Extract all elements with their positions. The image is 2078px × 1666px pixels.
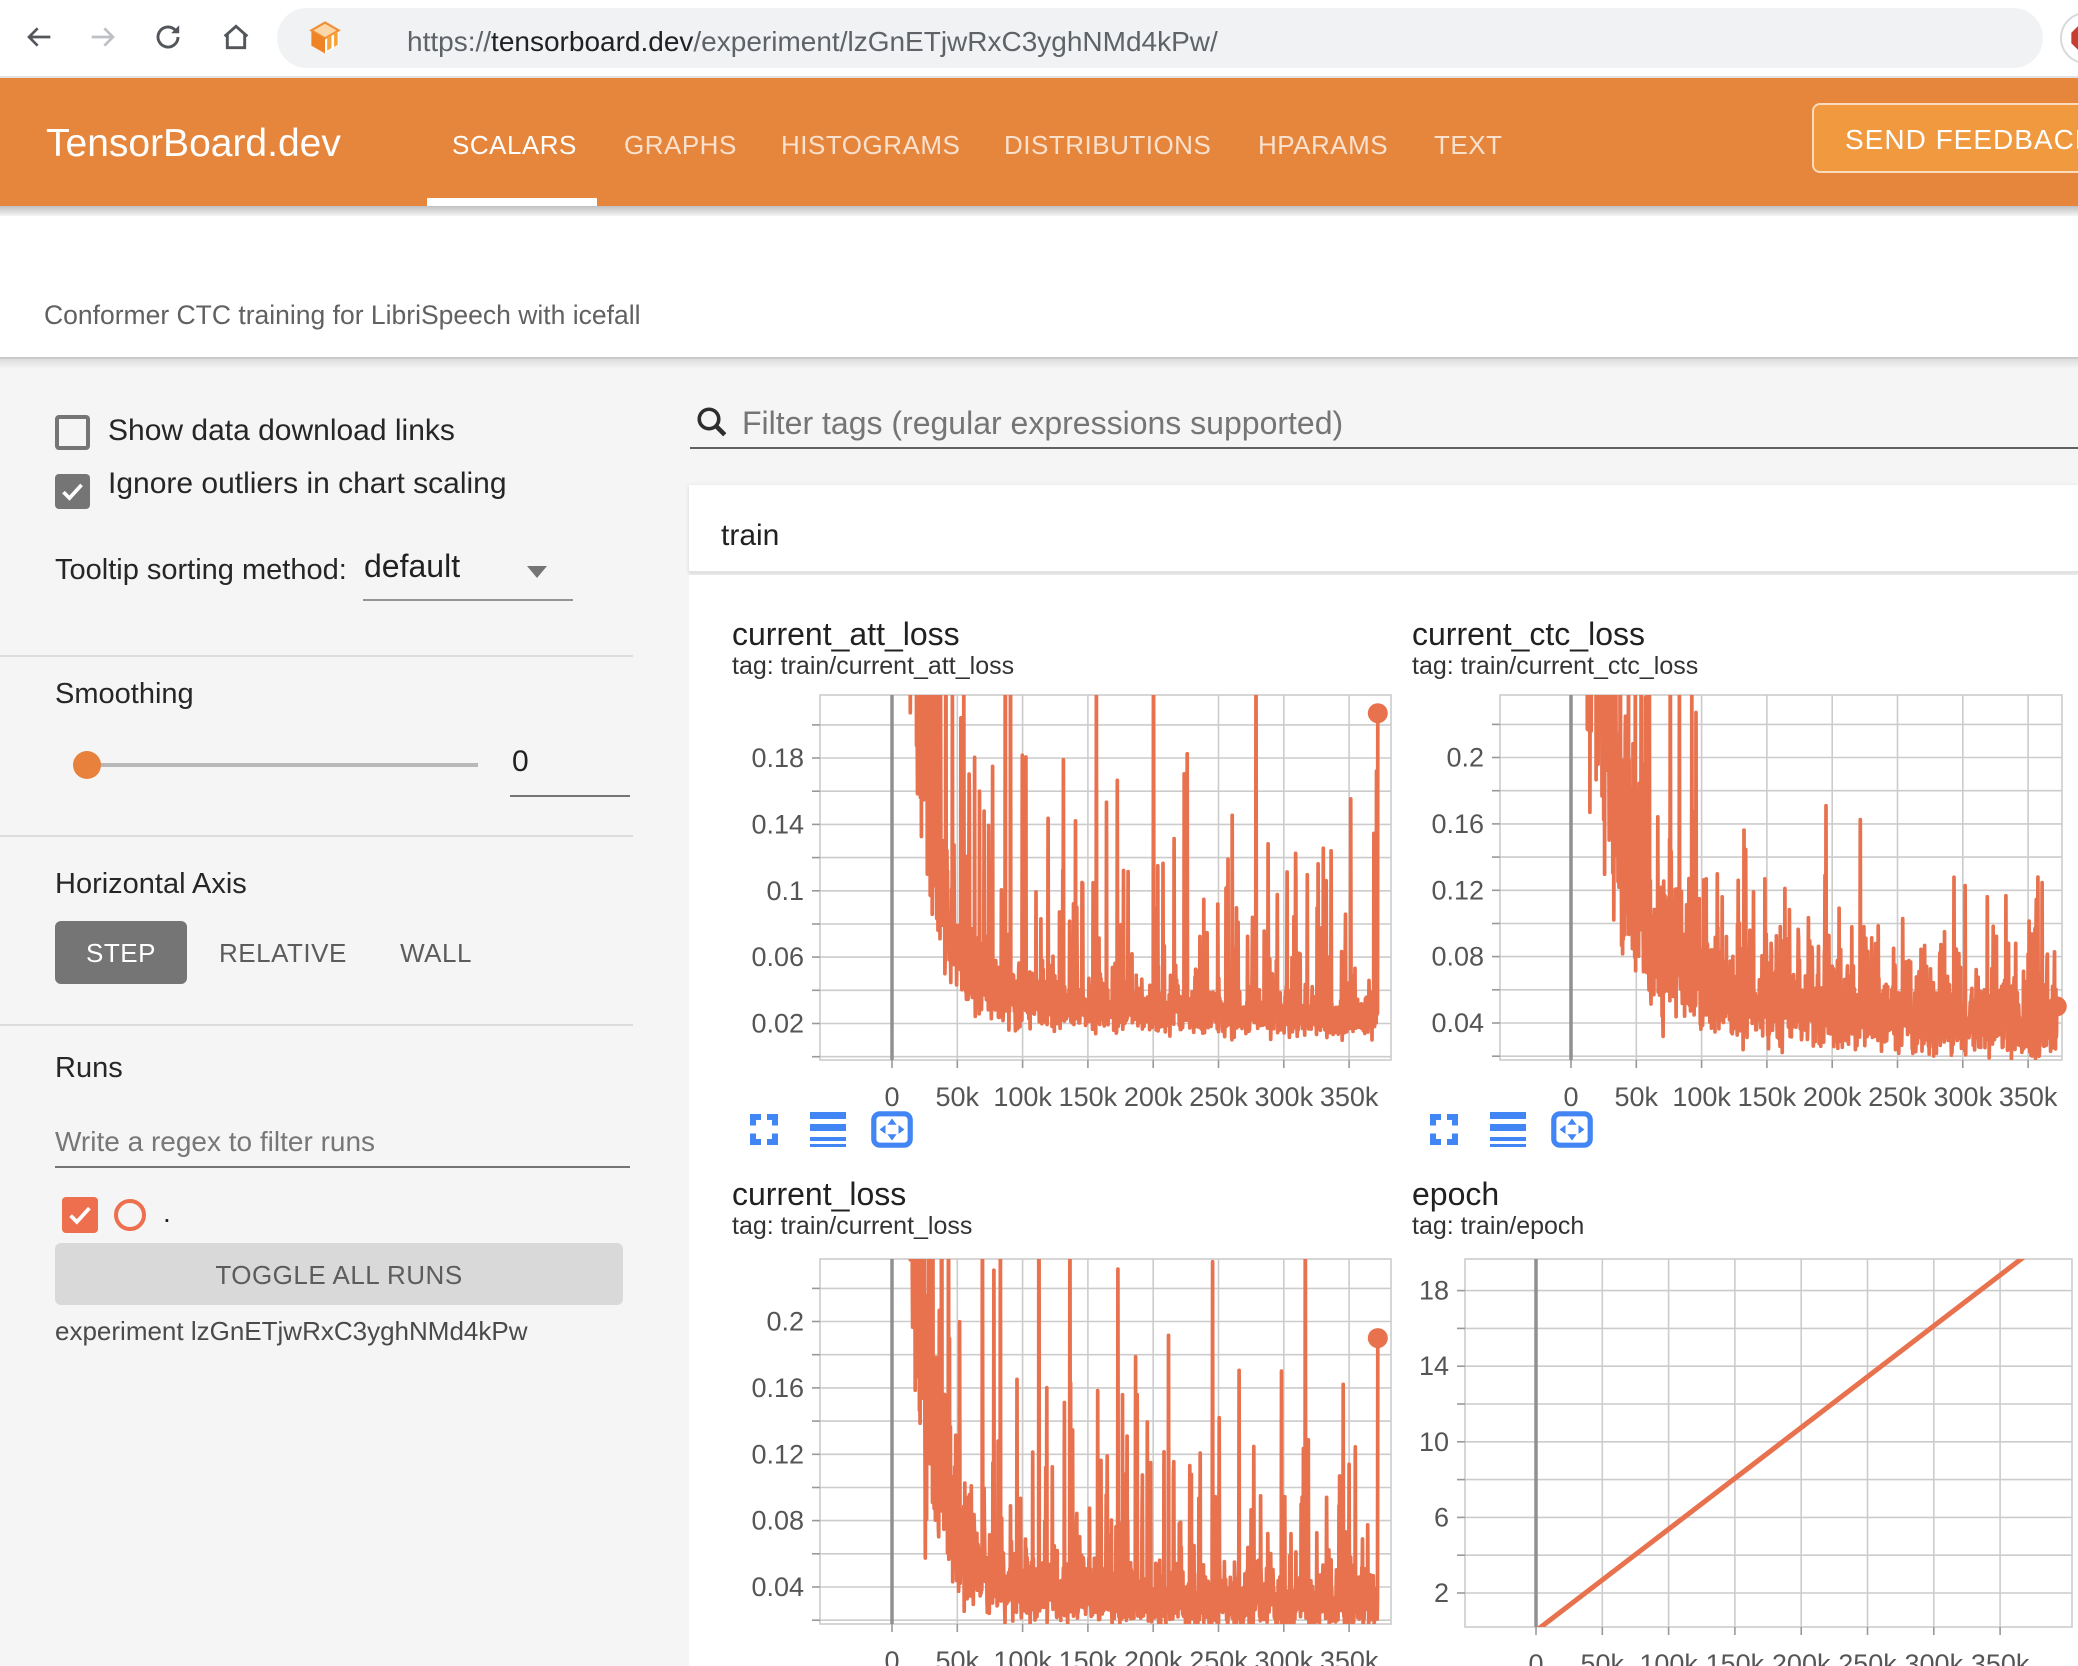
svg-text:0.06: 0.06 [751,942,804,972]
svg-text:150k: 150k [1059,1646,1118,1666]
svg-text:0.12: 0.12 [1431,875,1484,905]
svg-text:300k: 300k [1905,1649,1964,1666]
svg-text:0.04: 0.04 [1431,1008,1484,1038]
svg-text:250k: 250k [1838,1649,1897,1666]
svg-text:50k: 50k [1581,1649,1625,1666]
svg-text:0.04: 0.04 [751,1572,804,1602]
svg-text:0.2: 0.2 [766,1307,804,1337]
svg-text:0.18: 0.18 [751,743,804,773]
svg-text:6: 6 [1434,1502,1449,1532]
svg-text:300k: 300k [1934,1082,1993,1112]
svg-text:350k: 350k [1999,1082,2058,1112]
svg-text:0.08: 0.08 [751,1506,804,1536]
svg-text:50k: 50k [936,1646,980,1666]
svg-text:200k: 200k [1124,1646,1183,1666]
svg-text:100k: 100k [993,1646,1052,1666]
svg-text:0.02: 0.02 [751,1009,804,1039]
svg-text:250k: 250k [1189,1082,1248,1112]
svg-text:0: 0 [1528,1649,1543,1666]
svg-text:10: 10 [1419,1427,1449,1457]
svg-text:250k: 250k [1189,1646,1248,1666]
svg-text:250k: 250k [1868,1082,1927,1112]
svg-text:0.1: 0.1 [766,876,804,906]
svg-text:150k: 150k [1706,1649,1765,1666]
svg-text:0.12: 0.12 [751,1439,804,1469]
svg-text:200k: 200k [1772,1649,1831,1666]
svg-text:100k: 100k [1639,1649,1698,1666]
svg-text:0: 0 [884,1646,899,1666]
svg-text:0.08: 0.08 [1431,942,1484,972]
svg-text:0.16: 0.16 [751,1373,804,1403]
svg-text:14: 14 [1419,1351,1449,1381]
svg-text:0.14: 0.14 [751,809,804,839]
svg-text:2: 2 [1434,1578,1449,1608]
svg-text:0.2: 0.2 [1446,743,1484,773]
svg-text:300k: 300k [1255,1082,1314,1112]
svg-text:300k: 300k [1255,1646,1314,1666]
svg-text:0.16: 0.16 [1431,809,1484,839]
svg-text:350k: 350k [1971,1649,2030,1666]
svg-text:18: 18 [1419,1276,1449,1306]
